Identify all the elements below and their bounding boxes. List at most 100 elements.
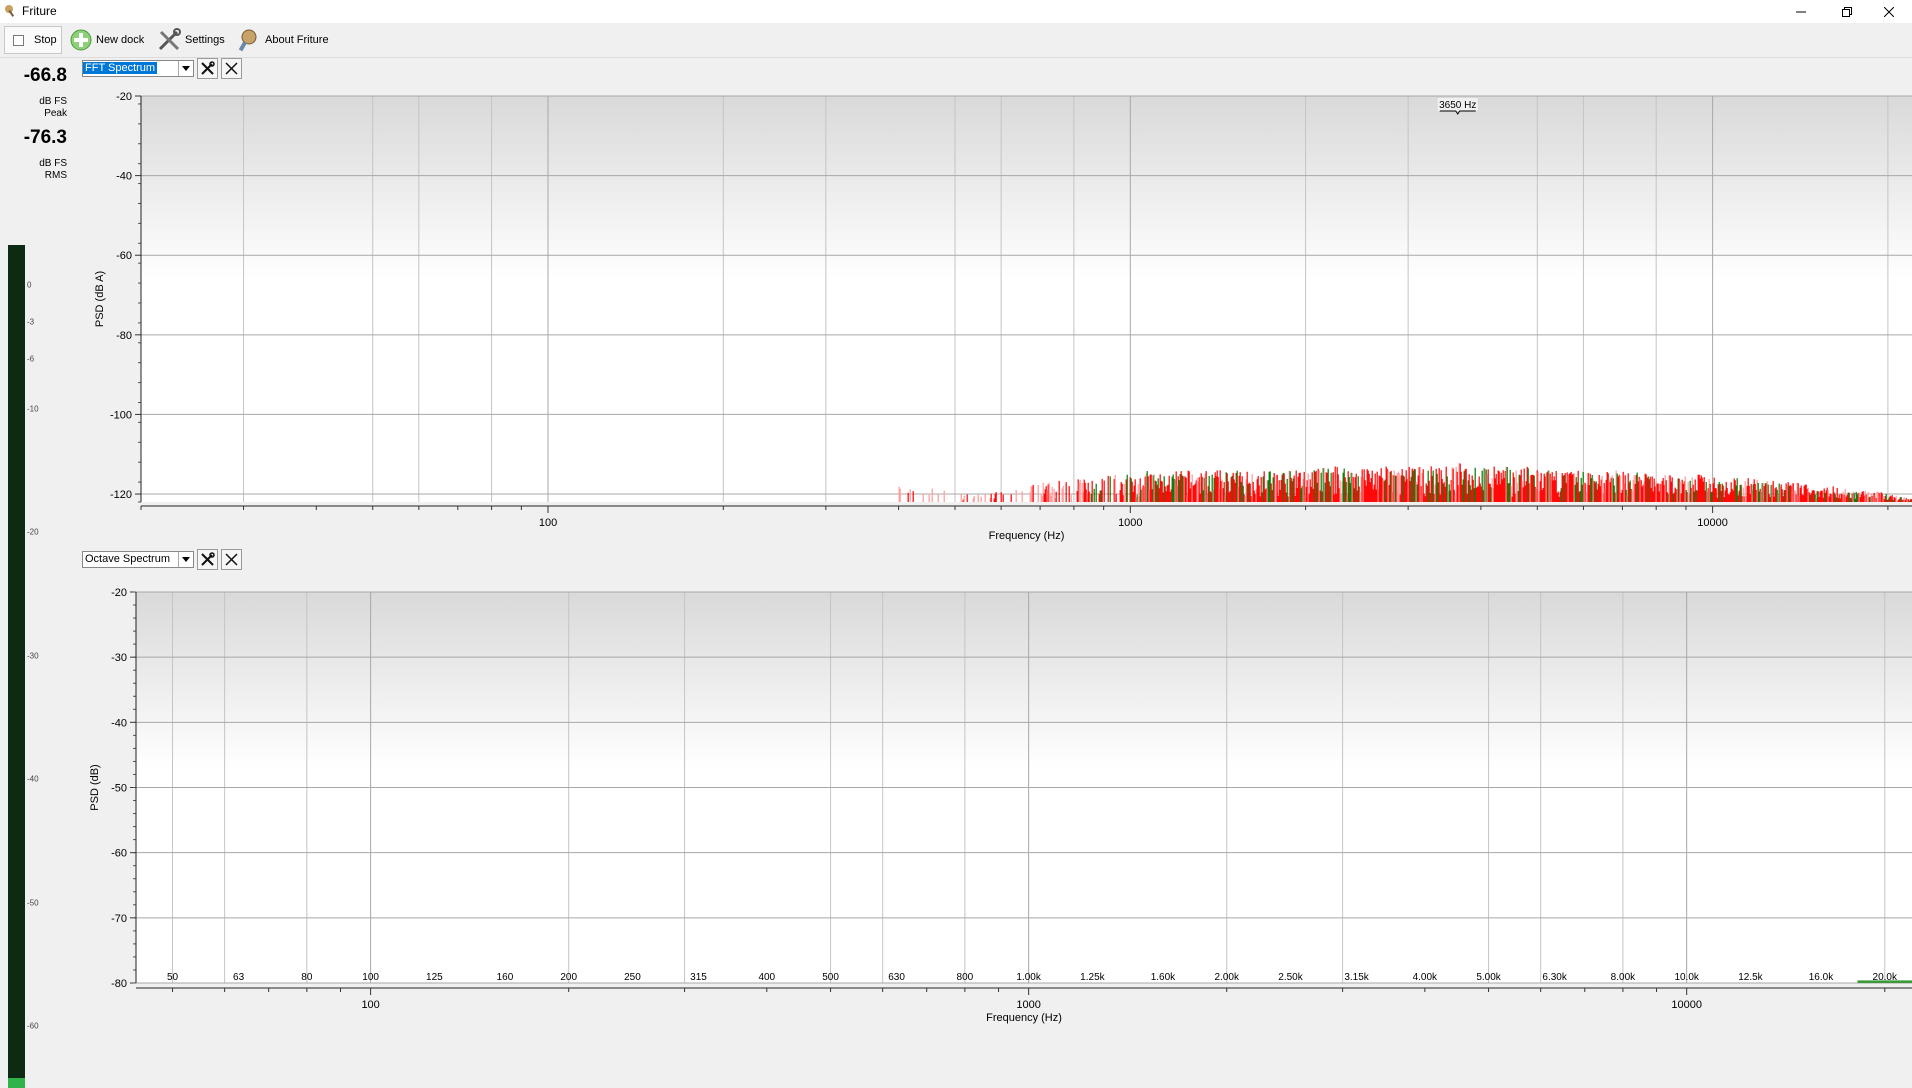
octave-band-label: 2.00k	[1214, 972, 1239, 983]
fft-bar	[938, 494, 939, 502]
x-tick-label: 10000	[1671, 999, 1702, 1011]
peak-level-label: Peak	[44, 108, 67, 120]
fft-bar	[1116, 494, 1117, 502]
fft-bar	[1033, 485, 1034, 502]
fft-bar	[1094, 489, 1095, 502]
level-meter-bar	[8, 245, 25, 1088]
fft-close-button[interactable]	[221, 58, 242, 79]
meter-scale-tick: -50	[27, 898, 39, 907]
fft-bar	[1011, 495, 1012, 502]
y-tick-label: -40	[111, 717, 127, 729]
stop-button[interactable]: Stop	[4, 26, 62, 54]
fft-bar	[1124, 484, 1125, 502]
octave-band-label: 20.0k	[1873, 972, 1898, 983]
fft-bar	[1001, 492, 1002, 502]
y-tick-label: -40	[116, 171, 132, 183]
octave-band-label: 80	[301, 972, 313, 983]
fft-settings-button[interactable]	[197, 58, 218, 79]
y-tick-label: -60	[116, 250, 132, 262]
new-dock-button[interactable]: New dock	[70, 26, 144, 54]
fft-dock-header: FFT Spectrum	[82, 57, 242, 79]
octave-widget-select[interactable]: Octave Spectrum	[82, 551, 194, 568]
about-label: About Friture	[265, 34, 329, 46]
x-tick-label: 1000	[1118, 517, 1142, 529]
fft-bar	[1102, 479, 1103, 502]
tools-icon	[200, 61, 215, 76]
chevron-down-icon	[178, 61, 193, 76]
fft-spectrum-plot[interactable]: -20-40-60-80-100-120100100010000Frequenc…	[86, 82, 1912, 544]
peak-level-unit: dB FS	[39, 96, 67, 108]
plot-area	[141, 96, 1912, 502]
fft-bar	[1110, 476, 1111, 502]
meter-scale-tick: -3	[27, 318, 34, 327]
meter-scale-tick: -30	[27, 651, 39, 660]
fft-bar	[929, 495, 930, 502]
octave-dock-header: Octave Spectrum	[82, 548, 242, 570]
stop-checkbox[interactable]	[13, 35, 24, 46]
restore-icon	[1842, 7, 1852, 17]
restore-button[interactable]	[1824, 0, 1870, 23]
x-axis-label: Frequency (Hz)	[989, 530, 1065, 542]
meter-scale-tick: 0	[27, 281, 31, 290]
title-bar: Friture	[0, 0, 1912, 23]
y-axis-label: PSD (dB)	[89, 764, 101, 810]
octave-band-label: 63	[233, 972, 245, 983]
octave-band-label: 100	[362, 972, 379, 983]
octave-close-button[interactable]	[221, 549, 242, 570]
fft-bar	[1063, 486, 1064, 502]
octave-spectrum-plot[interactable]: -20-30-40-50-60-70-80100100010000Frequen…	[86, 573, 1912, 1040]
fft-bar	[944, 491, 945, 502]
fft-bar	[1052, 487, 1053, 502]
octave-band-label: 200	[560, 972, 577, 983]
tools-icon	[157, 28, 181, 52]
octave-band-label: 1.25k	[1080, 972, 1105, 983]
octave-band-label: 125	[426, 972, 443, 983]
x-tick-label: 100	[539, 517, 557, 529]
y-tick-label: -120	[110, 489, 132, 501]
octave-band-label: 160	[497, 972, 514, 983]
about-button[interactable]: About Friture	[237, 26, 329, 54]
octave-widget-select-value: Octave Spectrum	[83, 553, 172, 565]
octave-band-label: 800	[957, 972, 974, 983]
fft-bar	[908, 493, 909, 502]
x-axis-label: Frequency (Hz)	[986, 1012, 1062, 1024]
close-icon	[225, 62, 238, 75]
level-meter-panel: -66.8 dB FS Peak -76.3 dB FS RMS 0-3-6-1…	[0, 57, 72, 1040]
y-axis-label: PSD (dB A)	[94, 271, 106, 327]
fft-bar	[985, 494, 986, 502]
fft-bar	[1022, 491, 1023, 502]
window-title: Friture	[22, 4, 57, 18]
fft-bar	[1071, 495, 1072, 502]
fft-bar	[1003, 495, 1004, 502]
fft-bar	[1096, 484, 1097, 502]
fft-widget-select-value: FFT Spectrum	[83, 62, 157, 74]
main-toolbar: Stop New dock Settings About Friture	[0, 23, 1912, 58]
y-tick-label: -50	[111, 783, 127, 795]
stop-label: Stop	[34, 34, 57, 46]
meter-scale-tick: -40	[27, 775, 39, 784]
y-tick-label: -20	[116, 91, 132, 103]
fft-bar	[913, 491, 914, 502]
fft-bar	[961, 494, 962, 502]
octave-band-label: 5.00k	[1476, 972, 1501, 983]
rms-level-label: RMS	[45, 170, 67, 182]
fft-widget-select[interactable]: FFT Spectrum	[82, 60, 194, 77]
fft-bar	[1127, 475, 1128, 502]
rms-level-unit: dB FS	[39, 158, 67, 170]
settings-button[interactable]: Settings	[157, 26, 225, 54]
octave-band-label: 10.0k	[1674, 972, 1699, 983]
fft-bar	[923, 494, 924, 502]
octave-band-label: 50	[167, 972, 179, 983]
octave-settings-button[interactable]	[197, 549, 218, 570]
close-button[interactable]	[1866, 0, 1912, 23]
minimize-button[interactable]	[1778, 0, 1824, 23]
peak-annotation-label: 3650 Hz	[1439, 100, 1476, 111]
octave-band-label: 250	[624, 972, 641, 983]
fft-bar	[1069, 486, 1070, 502]
close-icon	[225, 553, 238, 566]
y-tick-label: -100	[110, 409, 132, 421]
octave-band-label: 2.50k	[1278, 972, 1303, 983]
friture-logo-icon	[4, 4, 17, 17]
fft-bar	[967, 494, 968, 502]
octave-band-label: 1.00k	[1016, 972, 1041, 983]
